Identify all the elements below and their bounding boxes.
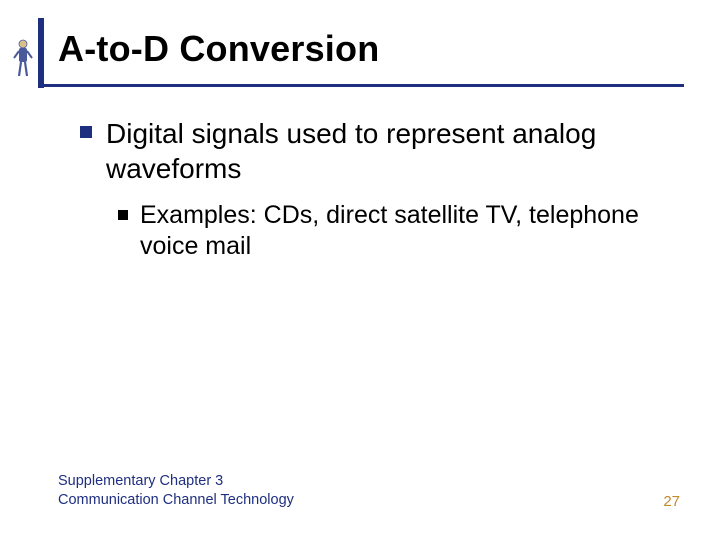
footer-line2: Communication Channel Technology [58, 491, 294, 510]
slide-title: A-to-D Conversion [58, 28, 379, 70]
bullet-level1: Digital signals used to represent analog… [80, 116, 680, 186]
bullet-level2-text: Examples: CDs, direct satellite TV, tele… [140, 200, 680, 263]
decorative-figure-icon [12, 38, 34, 78]
title-left-rule [38, 18, 44, 88]
square-bullet-icon [80, 126, 92, 138]
bullet-level2: Examples: CDs, direct satellite TV, tele… [118, 200, 680, 263]
bullet-level1-text: Digital signals used to represent analog… [106, 116, 680, 186]
footer-line1: Supplementary Chapter 3 [58, 472, 294, 491]
slide-footer: Supplementary Chapter 3 Communication Ch… [58, 472, 680, 510]
page-number: 27 [663, 493, 680, 510]
slide-body: Digital signals used to represent analog… [80, 116, 680, 263]
footer-left: Supplementary Chapter 3 Communication Ch… [58, 472, 294, 510]
title-underline [44, 84, 684, 87]
square-bullet-icon [118, 210, 128, 220]
slide: A-to-D Conversion Digital signals used t… [0, 0, 720, 540]
